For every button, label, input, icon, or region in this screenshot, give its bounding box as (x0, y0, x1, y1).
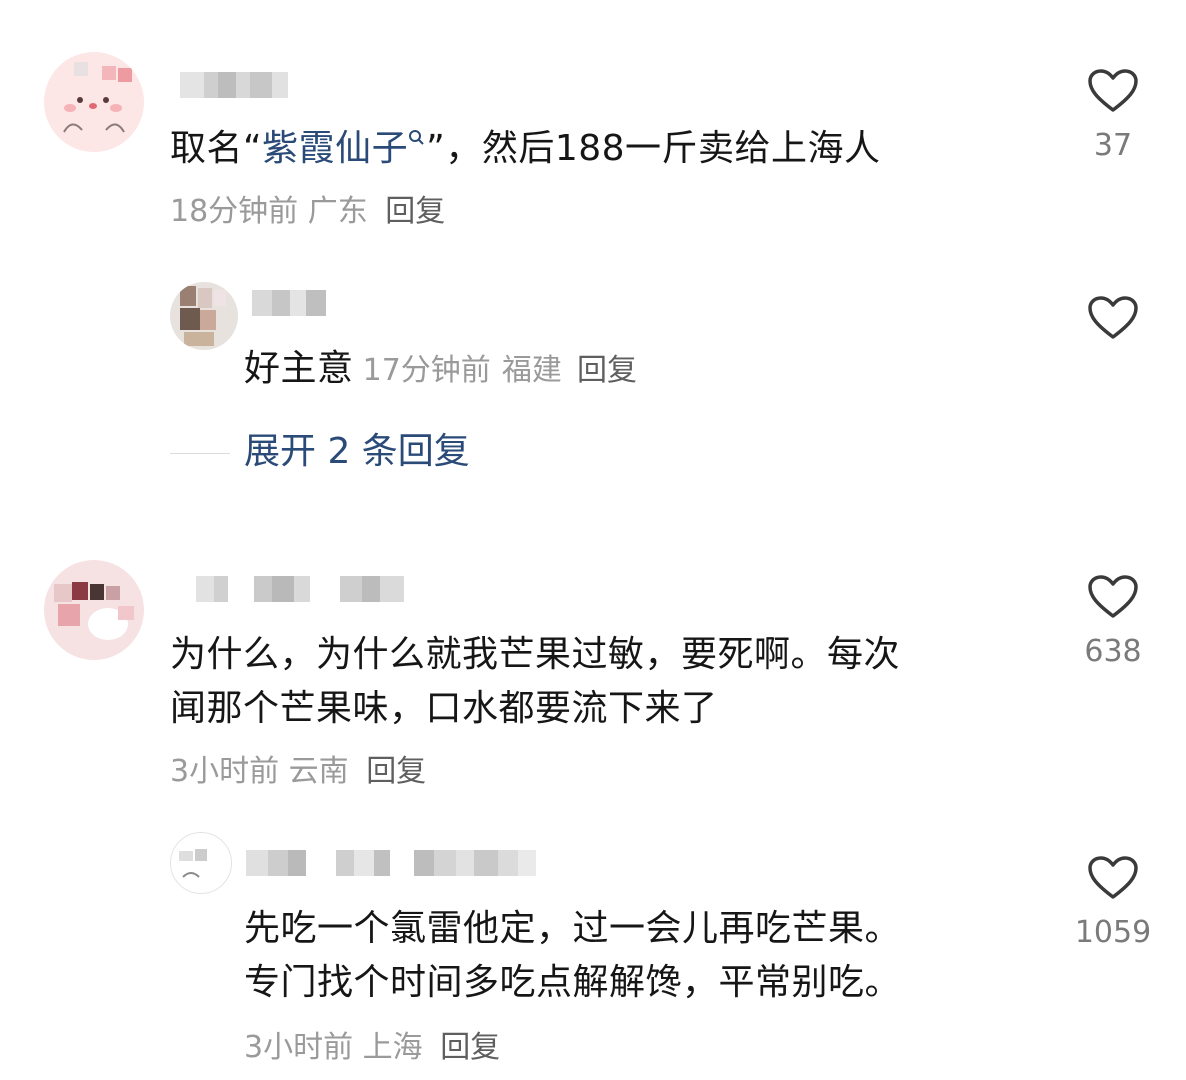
avatar[interactable] (170, 832, 232, 894)
comment-location: 云南 (288, 754, 349, 789)
heart-outline-icon (1088, 69, 1138, 112)
reply-button[interactable]: 回复 (440, 1030, 500, 1065)
comment-text-before: 取名“ (170, 128, 263, 169)
heart-outline-icon (1088, 296, 1138, 339)
like-count: 37 (1093, 128, 1133, 163)
username[interactable] (196, 576, 404, 602)
reply-button[interactable]: 回复 (366, 754, 426, 789)
divider (170, 453, 230, 454)
comment-time: 18分钟前 (170, 194, 299, 229)
avatar[interactable] (44, 560, 144, 660)
comment-time: 3小时前 (170, 754, 280, 789)
search-icon (408, 128, 426, 169)
reply-time: 17分钟前 (362, 353, 491, 388)
reply-location: 福建 (501, 353, 562, 388)
like-button[interactable]: 37 (1068, 68, 1158, 163)
expand-replies-button[interactable]: 展开 2 条回复 (244, 428, 470, 476)
heart-outline-icon (1088, 575, 1138, 618)
reply-location: 上海 (362, 1030, 423, 1065)
avatar[interactable] (44, 52, 144, 152)
reply-time: 3小时前 (244, 1030, 354, 1065)
comment-text: 取名“紫霞仙子 ”，然后188一斤卖给上海人 (170, 122, 881, 176)
avatar[interactable] (170, 282, 238, 350)
search-keyword-link[interactable]: 紫霞仙子 (262, 128, 426, 169)
like-button[interactable]: 1059 (1068, 855, 1158, 950)
comment-text-line: 为什么，为什么就我芒果过敏，要死啊。每次 (170, 634, 901, 675)
comment-meta: 18分钟前 广东 回复 (170, 192, 445, 232)
reply-text-line: 先吃一个氯雷他定，过一会儿再吃芒果。 (244, 908, 902, 949)
comment-text-after: ”，然后188一斤卖给上海人 (426, 128, 881, 169)
reply-button[interactable]: 回复 (385, 194, 445, 229)
reply-row: 好主意 17分钟前 福建 回复 (244, 342, 637, 396)
comment-text-line: 闻那个芒果味，口水都要流下来了 (170, 688, 718, 729)
reply-meta: 3小时前 上海 回复 (244, 1028, 500, 1068)
comment-location: 广东 (307, 194, 368, 229)
like-button[interactable] (1068, 295, 1158, 341)
heart-outline-icon (1088, 856, 1138, 899)
reply-text: 先吃一个氯雷他定，过一会儿再吃芒果。 专门找个时间多吃点解解馋，平常别吃。 (244, 902, 1044, 1010)
username[interactable] (180, 72, 288, 98)
like-count: 1059 (1074, 915, 1152, 950)
like-count: 638 (1084, 634, 1142, 669)
reply-text: 好主意 (244, 348, 354, 389)
comment-meta: 3小时前 云南 回复 (170, 752, 426, 792)
reply-button[interactable]: 回复 (577, 353, 637, 388)
comment-text: 为什么，为什么就我芒果过敏，要死啊。每次 闻那个芒果味，口水都要流下来了 (170, 628, 1050, 736)
reply-text-line: 专门找个时间多吃点解解馋，平常别吃。 (244, 962, 902, 1003)
like-button[interactable]: 638 (1068, 574, 1158, 669)
username[interactable] (252, 290, 326, 316)
username[interactable] (246, 850, 536, 876)
search-keyword-label: 紫霞仙子 (262, 128, 409, 169)
